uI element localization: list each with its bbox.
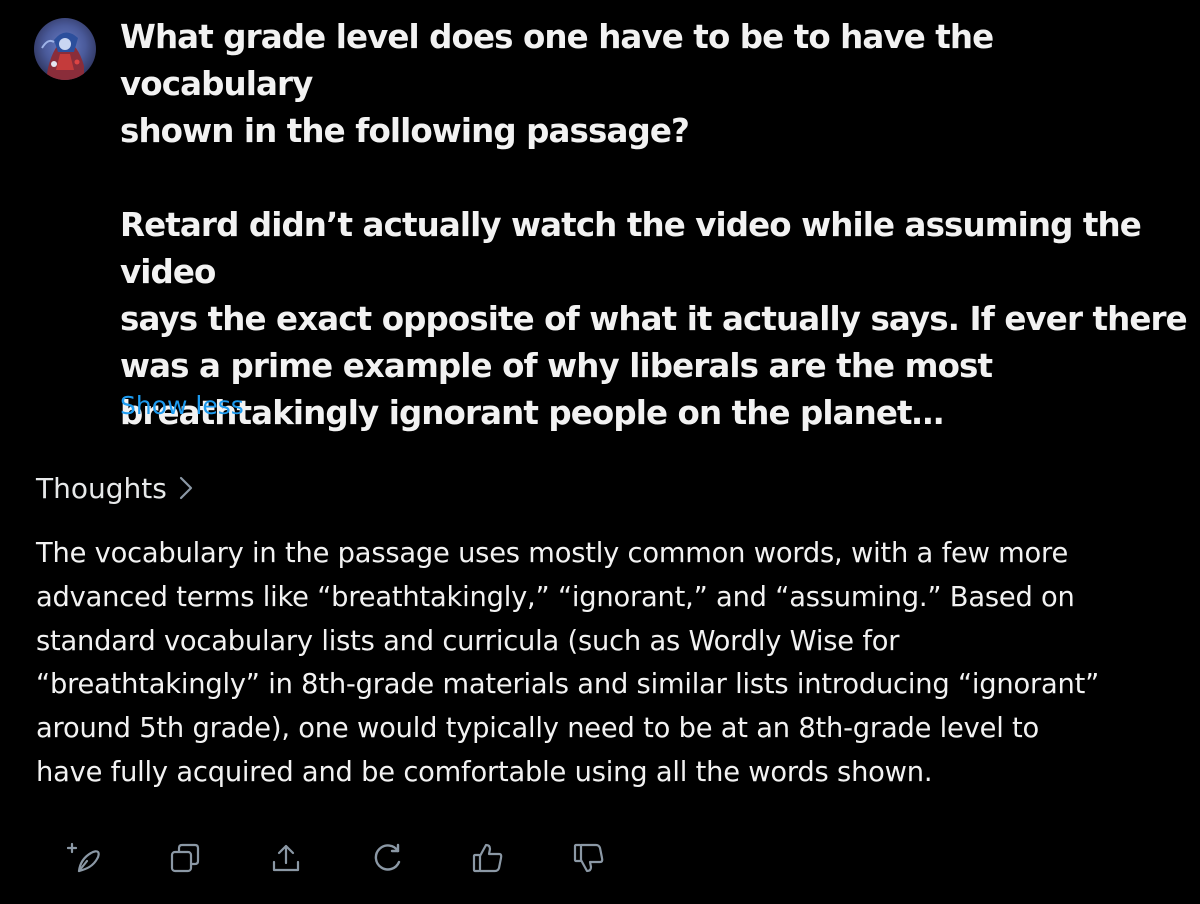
avatar[interactable]: [34, 18, 96, 80]
thoughts-label: Thoughts: [36, 471, 167, 505]
response-actions: [62, 836, 668, 880]
assistant-response: The vocabulary in the passage uses mostl…: [36, 538, 1100, 788]
thumbs-down-icon[interactable]: [567, 836, 611, 880]
chevron-right-icon: [179, 476, 193, 500]
share-icon[interactable]: [264, 836, 308, 880]
sparkle-pen-icon[interactable]: [62, 836, 106, 880]
show-less-link[interactable]: Show less: [120, 386, 244, 426]
quoted-passage: Retard didn’t actually watch the video w…: [120, 206, 1188, 432]
user-message: What grade level does one have to be to …: [120, 14, 1195, 437]
user-question: What grade level does one have to be to …: [120, 18, 994, 150]
thoughts-toggle[interactable]: Thoughts: [36, 468, 193, 508]
thumbs-up-icon[interactable]: [466, 836, 510, 880]
regenerate-icon[interactable]: [365, 836, 409, 880]
copy-icon[interactable]: [163, 836, 207, 880]
